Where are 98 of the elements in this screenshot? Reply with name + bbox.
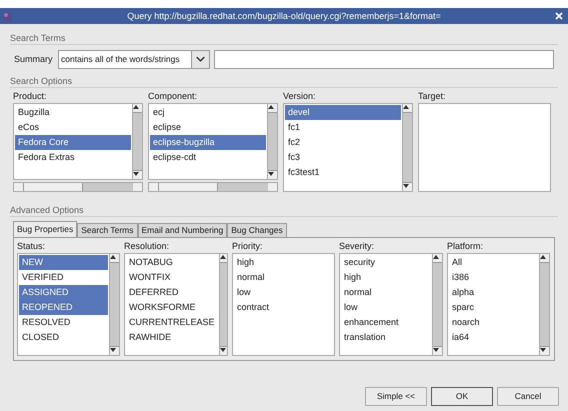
- list-item[interactable]: fc3: [285, 150, 401, 165]
- down-arrow-icon[interactable]: [403, 183, 409, 189]
- list-box[interactable]: All i386 alpha sparc noarch ia64: [447, 253, 550, 356]
- list-item[interactable]: WORKSFORME: [126, 300, 218, 315]
- list-item[interactable]: sparc: [449, 300, 538, 315]
- scrollbar[interactable]: [402, 104, 412, 191]
- list-label: Target:: [418, 90, 447, 102]
- list-item[interactable]: REOPENED: [19, 300, 108, 315]
- list-item[interactable]: CLOSED: [19, 330, 108, 345]
- tab[interactable]: Bug Properties: [13, 221, 78, 237]
- list-item[interactable]: eCos: [15, 120, 131, 135]
- list-item[interactable]: ia64: [449, 330, 538, 345]
- list-item[interactable]: low: [234, 285, 333, 300]
- list-box[interactable]: NEW VERIFIED ASSIGNED REOPENED RESOLVED CLOSED: [17, 253, 120, 356]
- list-item[interactable]: normal: [341, 285, 431, 300]
- list-item[interactable]: Fedora Core: [15, 135, 131, 150]
- up-arrow-icon[interactable]: [133, 104, 139, 110]
- tab[interactable]: Email and Numbering: [138, 223, 228, 237]
- list-item[interactable]: high: [341, 270, 431, 285]
- list-item[interactable]: contract: [234, 300, 333, 315]
- close-icon[interactable]: [555, 12, 563, 20]
- list-label: Severity:: [339, 240, 376, 252]
- list-label: Resolution:: [124, 240, 170, 252]
- group-title: Search Options: [10, 75, 74, 87]
- scrollbar[interactable]: [109, 254, 119, 355]
- list-box[interactable]: NOTABUG WONTFIX DEFERRED WORKSFORME CURRENTRELEASE RAWHIDE: [124, 253, 228, 356]
- list-item[interactable]: fc3test1: [285, 165, 401, 180]
- list-label: Priority:: [232, 240, 264, 252]
- list-label: Product:: [13, 90, 48, 102]
- list-item[interactable]: enhancement: [341, 315, 431, 330]
- list-item[interactable]: All: [449, 255, 538, 270]
- down-arrow-icon[interactable]: [268, 171, 274, 177]
- list-item[interactable]: eclipse-cdt: [150, 150, 266, 165]
- list-item[interactable]: CURRENTRELEASE: [126, 315, 218, 330]
- app-icon: [2, 10, 13, 22]
- list-item[interactable]: i386: [449, 270, 538, 285]
- field-label: Summary: [14, 52, 54, 66]
- horizontal-scrollbar[interactable]: [148, 182, 278, 192]
- down-arrow-icon[interactable]: [540, 347, 546, 353]
- scrollbar[interactable]: [132, 104, 142, 179]
- group-title: Search Terms: [10, 32, 66, 44]
- list-item[interactable]: RAWHIDE: [126, 330, 218, 345]
- chevron-down-icon: [191, 51, 209, 68]
- list-label: Version:: [283, 90, 317, 102]
- list-box[interactable]: devel fc1 fc2 fc3 fc3test1: [283, 103, 413, 192]
- group-title: Advanced Options: [10, 204, 85, 216]
- scrollbar[interactable]: [539, 254, 549, 355]
- list-item[interactable]: DEFERRED: [126, 285, 218, 300]
- up-arrow-icon[interactable]: [268, 104, 274, 110]
- list-item[interactable]: translation: [341, 330, 431, 345]
- up-arrow-icon[interactable]: [110, 254, 116, 260]
- tab[interactable]: Bug Changes: [227, 223, 287, 237]
- down-arrow-icon[interactable]: [133, 171, 139, 177]
- down-arrow-icon[interactable]: [433, 347, 439, 353]
- list-item[interactable]: security: [341, 255, 431, 270]
- list-item[interactable]: normal: [234, 270, 333, 285]
- list-box[interactable]: ecj eclipse eclipse-bugzilla eclipse-cdt: [148, 103, 278, 180]
- list-item[interactable]: fc2: [285, 135, 401, 150]
- up-arrow-icon[interactable]: [540, 254, 546, 260]
- dialog-button[interactable]: Cancel: [497, 387, 559, 406]
- scrollbar[interactable]: [218, 254, 227, 355]
- list-item[interactable]: ecj: [150, 105, 266, 120]
- list-item[interactable]: ASSIGNED: [19, 285, 108, 300]
- list-label: Status:: [17, 240, 46, 252]
- dialog-button[interactable]: Simple <<: [365, 387, 427, 406]
- list-box[interactable]: high normal low contract: [232, 253, 335, 356]
- list-item[interactable]: Fedora Extras: [15, 150, 131, 165]
- up-arrow-icon[interactable]: [220, 254, 226, 260]
- scrollbar[interactable]: [267, 104, 277, 179]
- tab[interactable]: Search Terms: [77, 223, 138, 237]
- search-field[interactable]: [214, 50, 554, 69]
- list-item[interactable]: high: [234, 255, 333, 270]
- list-item[interactable]: VERIFIED: [19, 270, 108, 285]
- down-arrow-icon[interactable]: [110, 347, 116, 353]
- list-box[interactable]: security high normal low enhancement translation: [339, 253, 443, 356]
- up-arrow-icon[interactable]: [433, 254, 439, 260]
- list-item[interactable]: RESOLVED: [19, 315, 108, 330]
- list-item[interactable]: NOTABUG: [126, 255, 218, 270]
- operator-dropdown[interactable]: contains all of the words/strings: [58, 50, 210, 69]
- list-item[interactable]: alpha: [449, 285, 538, 300]
- list-item[interactable]: fc1: [285, 120, 401, 135]
- down-arrow-icon[interactable]: [220, 347, 226, 353]
- list-item[interactable]: low: [341, 300, 431, 315]
- horizontal-scrollbar[interactable]: [13, 182, 143, 192]
- list-label: Component:: [148, 90, 198, 102]
- list-item[interactable]: Bugzilla: [15, 105, 131, 120]
- up-arrow-icon[interactable]: [403, 104, 409, 110]
- list-item[interactable]: noarch: [449, 315, 538, 330]
- list-item[interactable]: WONTFIX: [126, 270, 218, 285]
- list-item[interactable]: devel: [285, 105, 401, 120]
- list-item[interactable]: eclipse: [150, 120, 266, 135]
- list-box[interactable]: Bugzilla eCos Fedora Core Fedora Extras: [13, 103, 143, 180]
- scrollbar[interactable]: [432, 254, 442, 355]
- dialog-button[interactable]: OK: [431, 387, 493, 406]
- list-label: Platform:: [447, 240, 484, 252]
- list-item[interactable]: NEW: [19, 255, 108, 270]
- list-item[interactable]: eclipse-bugzilla: [150, 135, 266, 150]
- window-title: Query http://bugzilla.redhat.com/bugzilla-old/query.cgi?rememberjs=1&format=: [126, 12, 442, 20]
